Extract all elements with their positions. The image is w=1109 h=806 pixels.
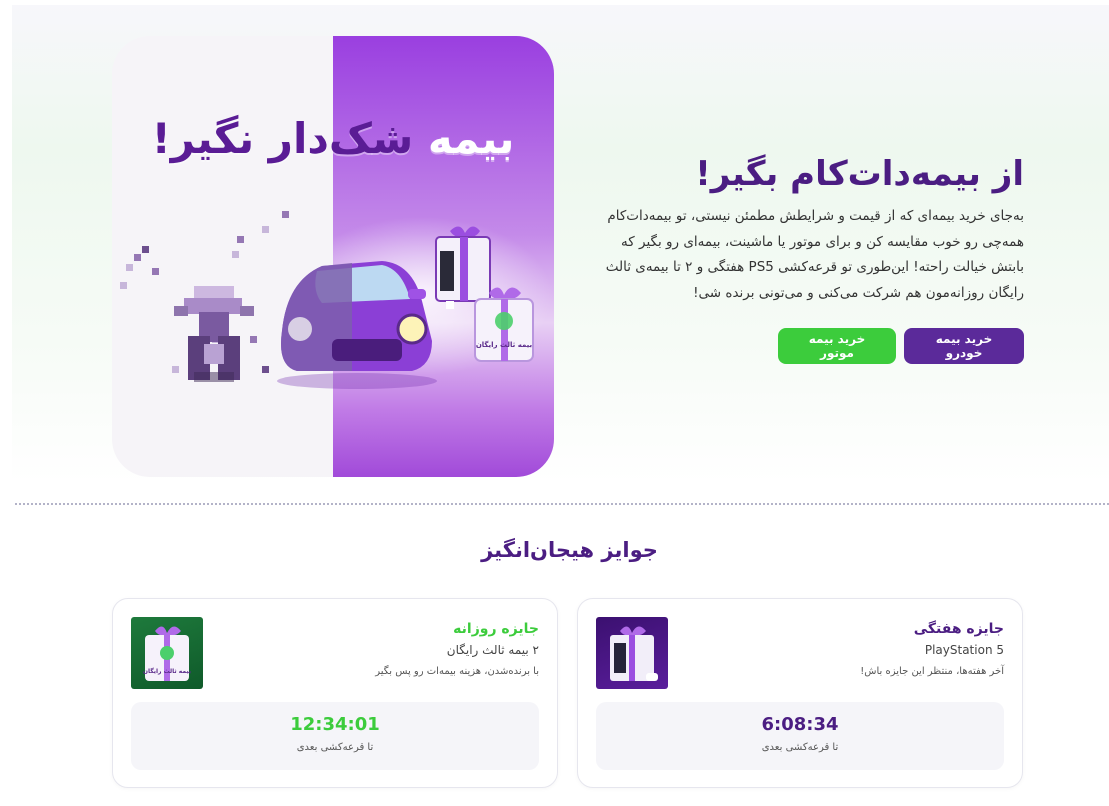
daily-countdown: 12:34:01 تا قرعه‌کشی بعدی (131, 702, 539, 770)
daily-countdown-time: 12:34:01 (290, 714, 380, 735)
free-insurance-gift-icon: بیمه ثالث رایگان (143, 626, 191, 681)
daily-gift-tag-text: بیمه ثالث رایگان (143, 667, 191, 675)
buy-car-insurance-button[interactable]: خرید بیمه خودرو (904, 328, 1024, 364)
gift-tag-text: بیمه ثالث رایگان (476, 340, 533, 349)
weekly-prize-info: جایزه هفتگی PlayStation 5 آخر هفته‌ها، م… (674, 619, 1004, 680)
hero-title: از بیمه‌دات‌کام بگیر! (695, 154, 1024, 194)
daily-prize-item: ۲ بیمه ثالث رایگان (446, 643, 539, 657)
weekly-countdown-time: 6:08:34 (761, 714, 839, 735)
hero-banner-image: بیمه شک‌دار نگیر! (112, 36, 554, 477)
section-divider (15, 503, 1109, 505)
weekly-countdown: 6:08:34 تا قرعه‌کشی بعدی (596, 702, 1004, 770)
daily-prize-info: جایزه روزانه ۲ بیمه ثالث رایگان با برنده… (209, 619, 539, 680)
motorbike-illustration (174, 286, 254, 382)
weekly-prize-card: جایزه هفتگی PlayStation 5 آخر هفته‌ها، م… (577, 598, 1023, 788)
hero-content: از بیمه‌دات‌کام بگیر! به‌جای خرید بیمه‌ا… (594, 152, 1024, 364)
daily-prize-card: بیمه ثالث رایگان جایزه روزانه ۲ بیمه ثال… (112, 598, 558, 788)
weekly-prize-note: آخر هفته‌ها، منتظر این جایزه باش! (860, 666, 1004, 677)
ps5-gift-icon (610, 626, 658, 681)
daily-prize-note: با برنده‌شدن، هزینه بیمه‌ات رو پس بگیر (375, 666, 539, 677)
daily-prize-name: جایزه روزانه (453, 621, 539, 637)
free-insurance-gift-illustration: بیمه ثالث رایگان (474, 287, 534, 362)
hero-description: به‌جای خرید بیمه‌ای که از قیمت و شرایطش … (605, 208, 1024, 301)
weekly-countdown-label: تا قرعه‌کشی بعدی (761, 742, 839, 753)
car-illustration (277, 261, 437, 389)
daily-countdown-label: تا قرعه‌کشی بعدی (296, 742, 374, 753)
buy-motor-insurance-button[interactable]: خرید بیمه موتور (778, 328, 896, 364)
hero-buttons: خرید بیمه خودرو خرید بیمه موتور (594, 328, 1024, 364)
hero-slogan: بیمه شک‌دار نگیر! (151, 114, 516, 163)
weekly-prize-item: PlayStation 5 (924, 643, 1004, 657)
prizes-section-title: جوایز هیجان‌انگیز (481, 538, 658, 562)
free-insurance-thumbnail: بیمه ثالث رایگان (131, 617, 203, 689)
weekly-prize-name: جایزه هفتگی (913, 621, 1004, 637)
ps5-thumbnail (596, 617, 668, 689)
